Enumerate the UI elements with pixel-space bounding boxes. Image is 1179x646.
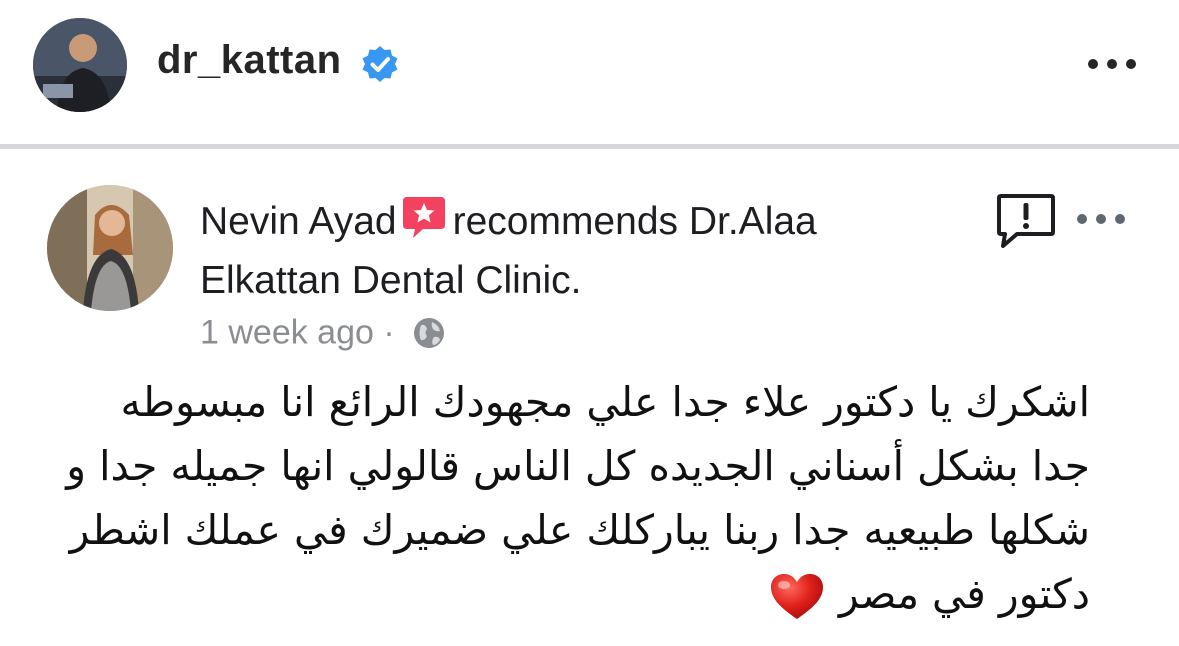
review-more-options-icon[interactable] <box>1075 211 1127 227</box>
profile-photo-icon <box>33 18 127 112</box>
review-body-line: دكتور في مصر <box>838 570 1090 618</box>
review-body: اشكرك يا دكتور علاء جدا علي مجهودك الرائ… <box>40 370 1090 626</box>
review-body-line: شكلها طبيعيه جدا ربنا يباركلك علي ضميرك … <box>69 506 1090 554</box>
reviewer-photo-icon <box>47 185 173 311</box>
review-timestamp[interactable]: 1 week ago <box>200 314 374 352</box>
review-body-line: اشكرك يا دكتور علاء جدا علي مجهودك الرائ… <box>120 378 1091 426</box>
review-header-text: Nevin Ayad recommends Dr.Alaa Elkattan D… <box>200 192 960 310</box>
report-icon[interactable] <box>995 192 1057 250</box>
section-divider <box>0 144 1179 149</box>
account-avatar[interactable] <box>33 18 127 112</box>
review-body-last-line: دكتور في مصر <box>40 562 1090 626</box>
more-options-icon[interactable] <box>1086 56 1138 72</box>
account-header: dr_kattan <box>0 0 1179 130</box>
reviewer-name[interactable]: Nevin Ayad <box>200 200 397 243</box>
meta-separator: · <box>383 313 395 352</box>
recommendation-text-line2[interactable]: Elkattan Dental Clinic. <box>200 259 582 302</box>
recommendation-text-line1: recommends Dr.Alaa <box>452 200 817 243</box>
globe-icon <box>414 318 445 349</box>
verified-badge-icon <box>362 46 398 82</box>
account-username[interactable]: dr_kattan <box>157 38 342 83</box>
recommend-star-icon <box>402 197 445 238</box>
review-body-line: جدا بشكل أسناني الجديده كل الناس قالولي … <box>66 442 1090 490</box>
review-meta: 1 week ago · <box>200 312 446 356</box>
heart-icon <box>770 574 823 619</box>
reviewer-avatar[interactable] <box>47 185 173 311</box>
